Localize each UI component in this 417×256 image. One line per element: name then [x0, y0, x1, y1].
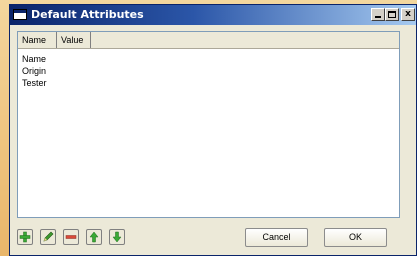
column-header-name[interactable]: Name: [18, 32, 57, 48]
column-header-filler: [91, 32, 399, 48]
minimize-button[interactable]: [371, 8, 385, 21]
list-item[interactable]: Origin: [22, 65, 47, 77]
maximize-button[interactable]: [385, 8, 399, 21]
move-down-icon: [112, 231, 122, 243]
column-header-value[interactable]: Value: [57, 32, 91, 48]
column-headers: Name Value: [18, 32, 399, 49]
move-up-button[interactable]: [86, 229, 102, 245]
maximize-icon: [388, 11, 396, 18]
list-rows: Name Origin Tester: [22, 53, 47, 89]
remove-icon: [65, 235, 77, 239]
edit-pencil-icon: [43, 231, 54, 242]
cancel-button[interactable]: Cancel: [245, 228, 308, 247]
move-down-button[interactable]: [109, 229, 125, 245]
close-button[interactable]: x: [401, 8, 415, 21]
list-item[interactable]: Name: [22, 53, 47, 65]
list-item[interactable]: Tester: [22, 77, 47, 89]
ok-button[interactable]: OK: [324, 228, 387, 247]
minimize-icon: [375, 16, 381, 18]
add-icon: [19, 231, 31, 243]
window-title: Default Attributes: [31, 8, 144, 21]
close-icon: x: [405, 9, 411, 19]
edit-button[interactable]: [40, 229, 56, 245]
attributes-list[interactable]: Name Value Name Origin Tester: [17, 31, 400, 218]
move-up-icon: [89, 231, 99, 243]
add-button[interactable]: [17, 229, 33, 245]
remove-button[interactable]: [63, 229, 79, 245]
window-icon: [13, 9, 27, 20]
title-bar[interactable]: Default Attributes x: [10, 5, 416, 25]
